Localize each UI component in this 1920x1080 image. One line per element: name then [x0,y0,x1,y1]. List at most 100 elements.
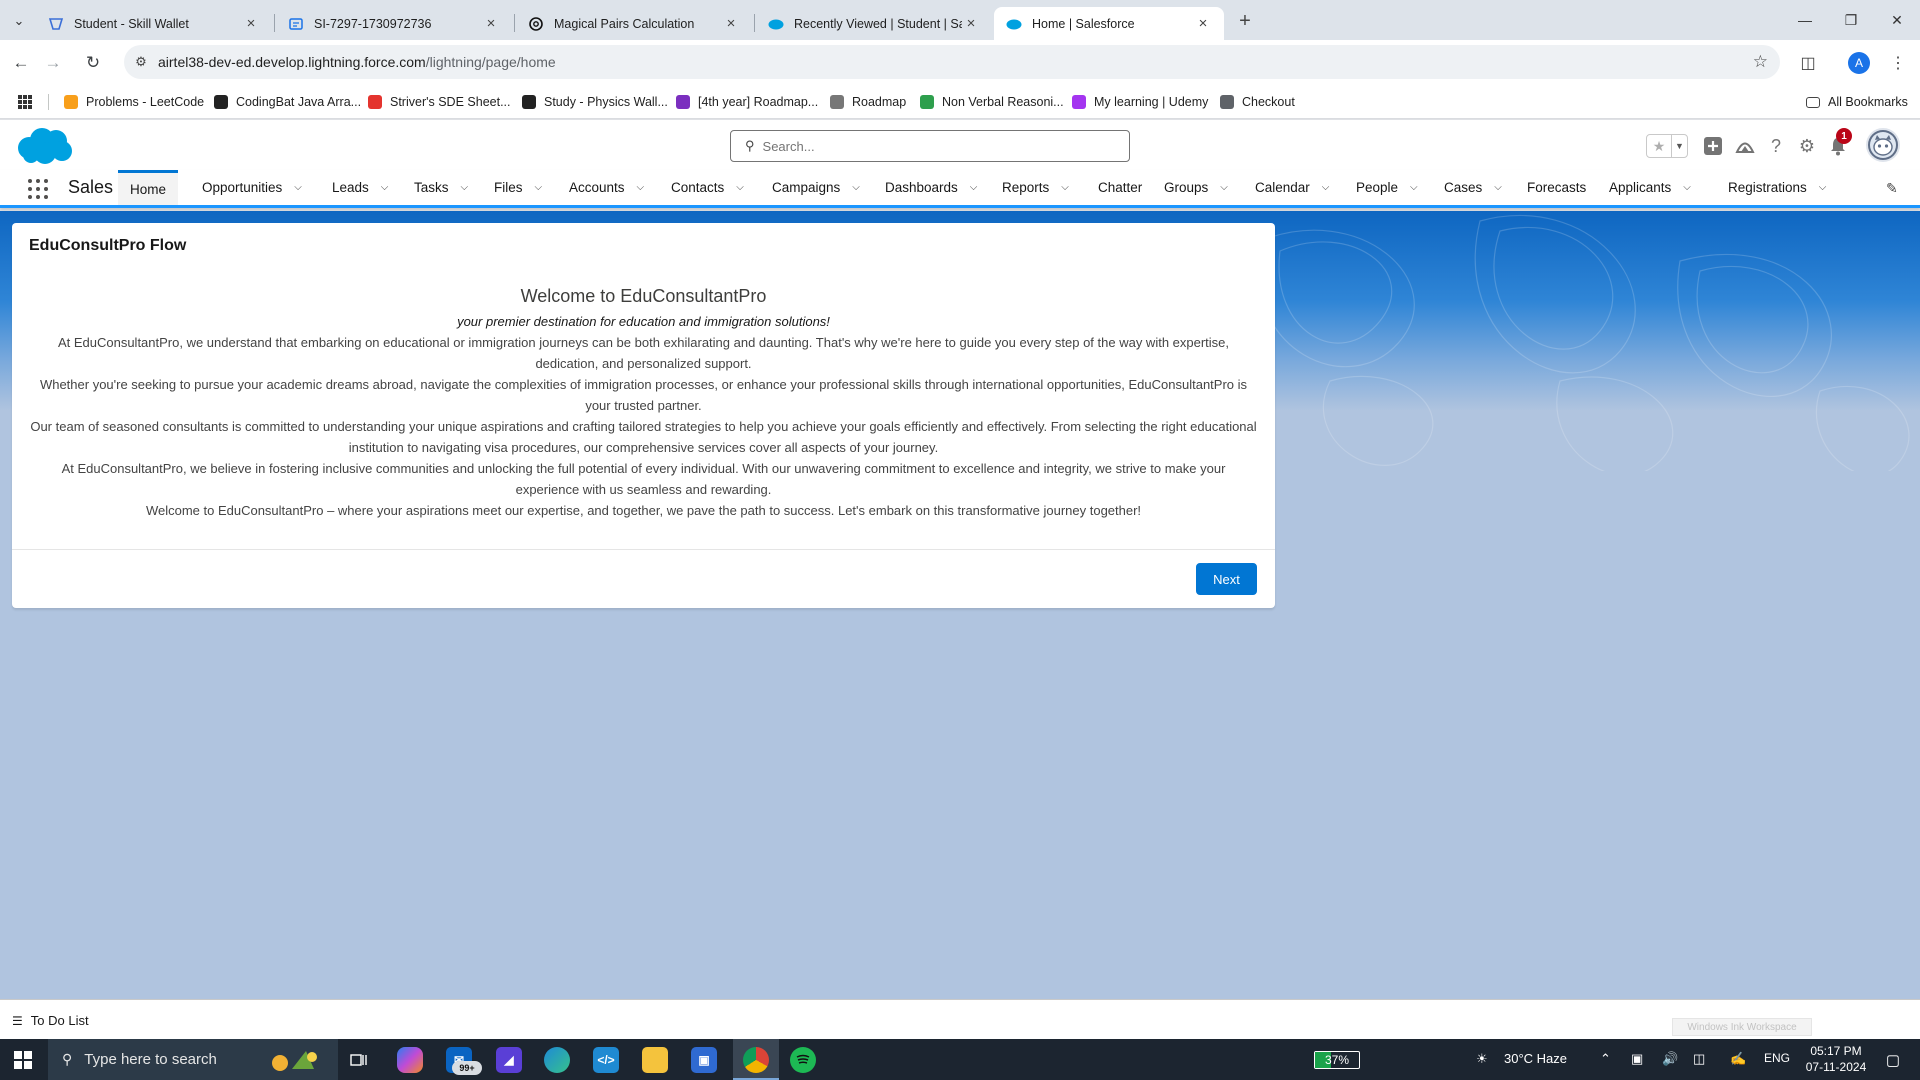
browser-tab[interactable]: Magical Pairs Calculation × [516,7,752,40]
weather-icon[interactable]: ☀ [1476,1051,1488,1067]
tab-search-chevron-icon[interactable]: ⌄ [6,8,32,34]
task-view-icon[interactable] [346,1047,372,1073]
apps-grid-icon[interactable] [18,93,32,111]
nav-tab-contacts[interactable]: Contacts ⌵ [671,170,744,205]
volume-icon[interactable]: 🔊 [1662,1051,1678,1067]
chevron-down-icon[interactable]: ⌵ [637,182,645,193]
forward-icon[interactable]: → [38,48,68,78]
next-button[interactable]: Next [1196,563,1257,595]
chevron-down-icon[interactable]: ⌵ [1683,182,1691,193]
global-search-input[interactable]: ⚲ Search... [730,130,1130,162]
nav-tab-calendar[interactable]: Calendar ⌵ [1255,170,1329,205]
chevron-down-icon[interactable]: ⌵ [294,182,302,193]
chevron-down-icon[interactable]: ⌵ [1220,182,1228,193]
nav-tab-registrations[interactable]: Registrations ⌵ [1728,170,1826,205]
chevron-down-icon[interactable]: ⌵ [1061,182,1069,193]
browser-tab[interactable]: Student - Skill Wallet × [36,7,272,40]
chevron-down-icon[interactable]: ⌵ [736,182,744,193]
chevron-down-icon[interactable]: ⌵ [1322,182,1330,193]
browser-tab[interactable]: SI-7297-1730972736 × [276,7,512,40]
show-hidden-icons-chevron-icon[interactable]: ⌃ [1600,1051,1611,1067]
bookmark-item[interactable]: Problems - LeetCode [64,93,204,111]
minimize-icon[interactable]: — [1782,0,1828,40]
edit-nav-pencil-icon[interactable]: ✎ [1886,180,1898,197]
language-indicator[interactable]: ENG [1764,1051,1790,1065]
reload-icon[interactable]: ↻ [78,48,108,78]
global-actions-icon[interactable] [1701,134,1725,158]
nav-tab-groups[interactable]: Groups ⌵ [1164,170,1228,205]
nav-tab-tasks[interactable]: Tasks ⌵ [414,170,468,205]
bookmark-item[interactable]: Non Verbal Reasoni... [920,93,1064,111]
chevron-down-icon[interactable]: ⌵ [970,182,978,193]
profile-avatar[interactable]: A [1848,52,1870,74]
edge-browser-icon[interactable] [544,1047,570,1073]
favorites-chevron-icon[interactable]: ▼ [1671,135,1687,157]
close-tab-icon[interactable]: × [482,15,500,33]
battery-indicator[interactable]: 37% [1314,1051,1360,1069]
nav-tab-files[interactable]: Files ⌵ [494,170,542,205]
search-highlight-icon[interactable] [260,1047,330,1073]
favorites-button[interactable]: ★ ▼ [1646,134,1688,158]
windows-ink-pen-icon[interactable]: ✍ [1730,1051,1746,1067]
nav-tab-home[interactable]: Home [118,170,179,205]
todo-list-button[interactable]: ☰ To Do List [12,1013,89,1028]
restore-icon[interactable]: ❐ [1828,0,1874,40]
nav-tab-opportunities[interactable]: Opportunities ⌵ [202,170,302,205]
azure-data-studio-icon[interactable]: ◢ [496,1047,522,1073]
chevron-down-icon[interactable]: ⌵ [381,182,389,193]
nav-tab-campaigns[interactable]: Campaigns ⌵ [772,170,860,205]
site-info-icon[interactable]: ⚙ [124,54,158,70]
new-tab-icon[interactable]: + [1233,9,1257,33]
chevron-down-icon[interactable]: ⌵ [461,182,469,193]
vscode-icon[interactable]: </> [593,1047,619,1073]
extensions-icon[interactable]: ◫ [1795,50,1821,76]
nav-tab-forecasts[interactable]: Forecasts [1527,170,1586,205]
chevron-down-icon[interactable]: ⌵ [1819,182,1827,193]
chrome-icon[interactable] [743,1047,769,1073]
salesforce-logo[interactable] [15,126,73,169]
bookmark-item[interactable]: Checkout [1220,93,1295,111]
device-icon[interactable]: ▣ [1631,1051,1643,1067]
weather-text[interactable]: 30°C Haze [1504,1051,1567,1066]
nav-tab-cases[interactable]: Cases ⌵ [1444,170,1502,205]
nav-tab-leads[interactable]: Leads ⌵ [332,170,388,205]
nav-tab-dashboards[interactable]: Dashboards ⌵ [885,170,977,205]
browser-tab[interactable]: Recently Viewed | Student | Sal × [756,7,992,40]
bookmark-item[interactable]: Roadmap [830,93,906,111]
user-avatar[interactable] [1866,128,1900,162]
microsoft-store-icon[interactable]: ▣ [691,1047,717,1073]
chevron-down-icon[interactable]: ⌵ [1410,182,1418,193]
windows-start-icon[interactable] [14,1051,32,1069]
close-tab-icon[interactable]: × [722,15,740,33]
nav-tab-accounts[interactable]: Accounts ⌵ [569,170,644,205]
taskbar-clock[interactable]: 05:17 PM 07-11-2024 [1800,1043,1872,1075]
chevron-down-icon[interactable]: ⌵ [535,182,543,193]
action-center-icon[interactable]: ▢ [1878,1047,1908,1073]
close-tab-icon[interactable]: × [1194,15,1212,33]
setup-gear-icon[interactable]: ⚙ [1795,134,1819,158]
file-explorer-icon[interactable] [642,1047,668,1073]
browser-menu-icon[interactable]: ⋮ [1885,50,1911,76]
chevron-down-icon[interactable]: ⌵ [1494,182,1502,193]
spotify-icon[interactable] [790,1047,816,1073]
nav-tab-chatter[interactable]: Chatter [1098,170,1142,205]
back-icon[interactable]: ← [6,48,36,78]
nav-tab-applicants[interactable]: Applicants ⌵ [1609,170,1691,205]
browser-tab-active[interactable]: Home | Salesforce × [994,7,1224,40]
close-tab-icon[interactable]: × [242,15,260,33]
close-window-icon[interactable]: ✕ [1874,0,1920,40]
nav-tab-people[interactable]: People ⌵ [1356,170,1418,205]
all-bookmarks[interactable]: All Bookmarks [1806,93,1908,111]
bookmark-item[interactable]: My learning | Udemy [1072,93,1208,111]
copilot-icon[interactable] [397,1047,423,1073]
bookmark-item[interactable]: Striver's SDE Sheet... [368,93,510,111]
nav-tab-reports[interactable]: Reports ⌵ [1002,170,1069,205]
address-bar[interactable]: ⚙ airtel38-dev-ed.develop.lightning.forc… [124,45,1780,79]
favorites-star-icon[interactable]: ★ [1647,135,1671,157]
trailhead-icon[interactable] [1733,134,1757,158]
bookmark-star-icon[interactable]: ☆ [1753,52,1768,72]
network-icon[interactable]: ◫ [1693,1051,1705,1067]
bookmark-item[interactable]: CodingBat Java Arra... [214,93,361,111]
chevron-down-icon[interactable]: ⌵ [852,182,860,193]
app-launcher-icon[interactable] [28,179,48,199]
